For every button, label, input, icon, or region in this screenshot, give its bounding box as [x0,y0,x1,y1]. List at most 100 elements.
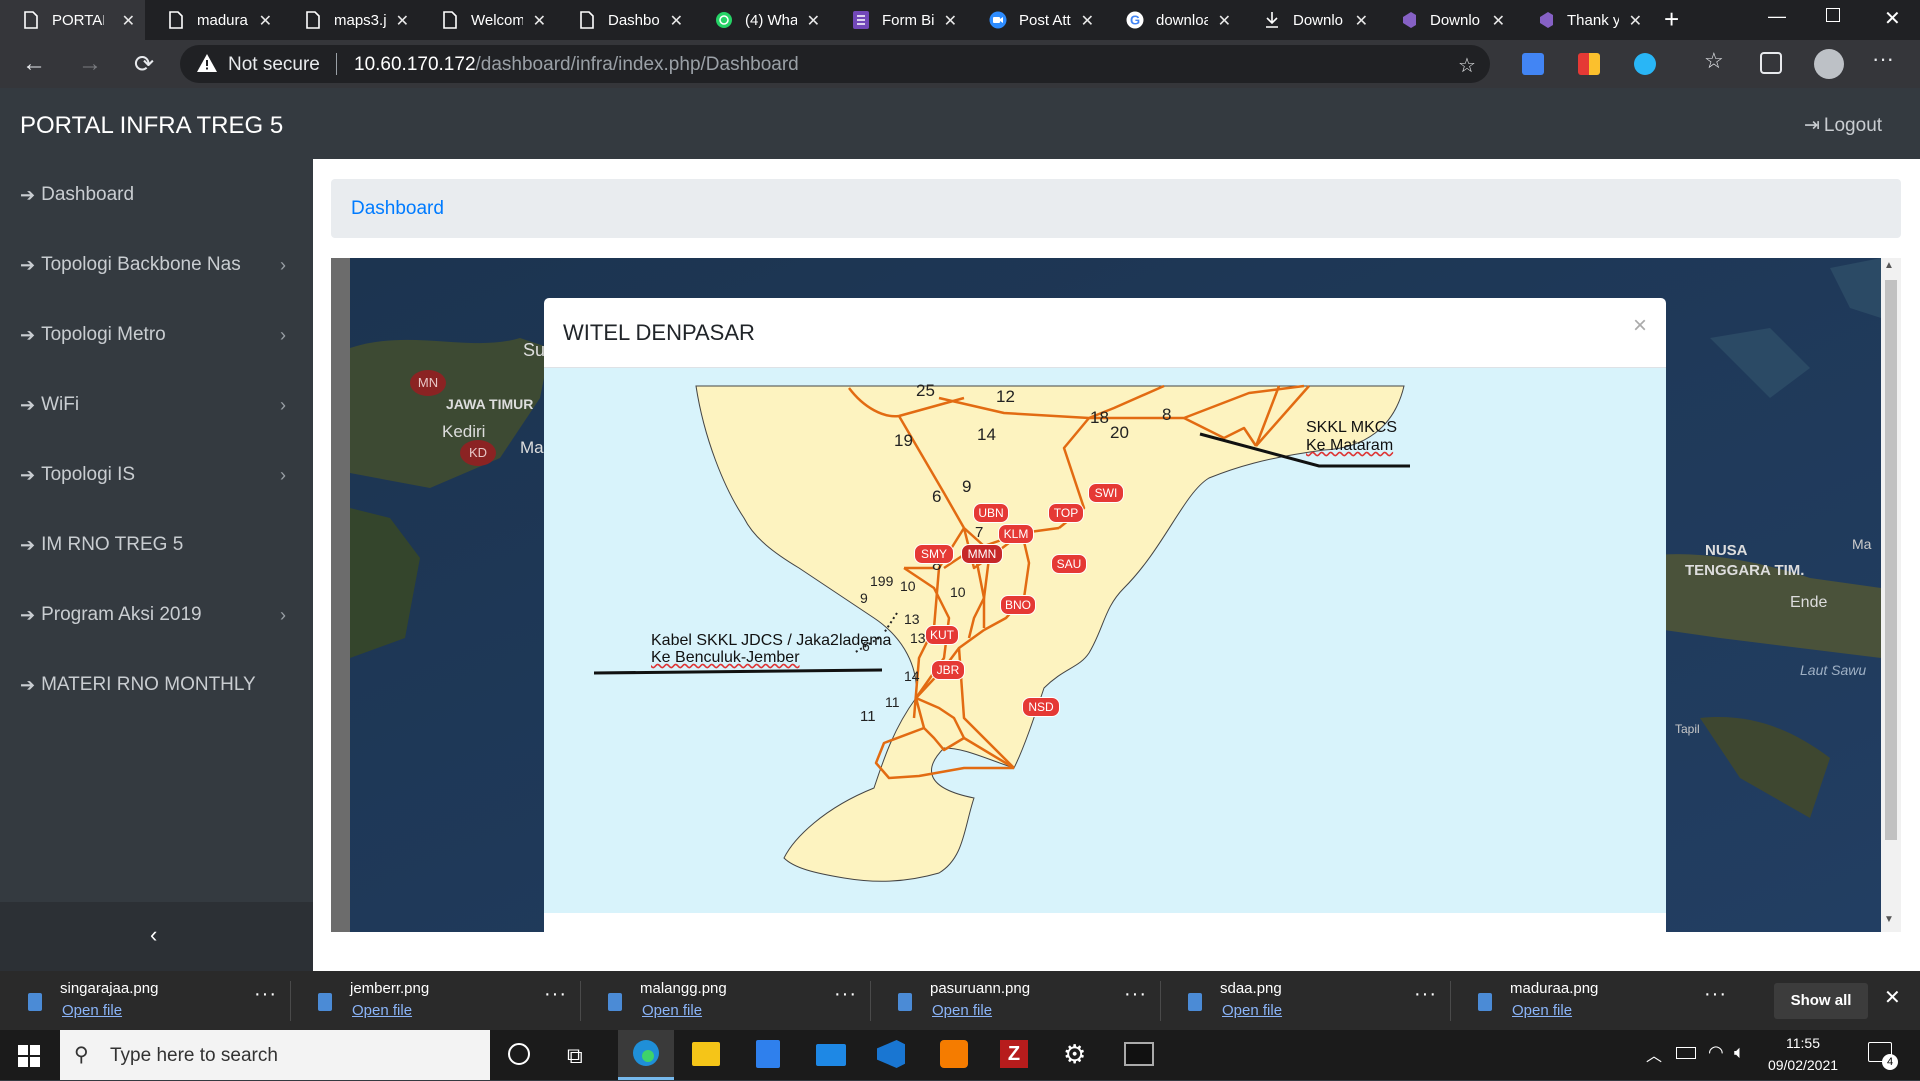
favorite-add-icon[interactable]: ☆ [1458,53,1476,78]
terminal-icon[interactable] [1124,1042,1154,1066]
tab-dashboard[interactable]: Dashbo ✕ [556,0,693,40]
more-menu-icon[interactable]: ··· [1872,46,1894,72]
more-options-icon[interactable]: ··· [834,983,857,1006]
scroll-down-icon[interactable]: ▼ [1884,914,1894,925]
restore-icon[interactable] [1826,8,1840,22]
node-jbr[interactable]: JBR [931,660,965,680]
new-tab-icon[interactable]: + [1664,4,1679,35]
mail-icon[interactable] [816,1044,846,1066]
battery-icon[interactable] [1676,1047,1696,1059]
node-sau[interactable]: SAU [1051,554,1087,574]
close-tab-icon[interactable]: ✕ [1629,11,1642,31]
clock-time[interactable]: 11:55 [1768,1035,1838,1051]
xampp-icon[interactable] [940,1040,968,1068]
scroll-thumb[interactable] [1885,280,1897,840]
node-ubn[interactable]: UBN [973,503,1009,523]
tab-welcome[interactable]: Welcom ✕ [419,0,556,40]
tab-post[interactable]: Post Att ✕ [967,0,1104,40]
download-item[interactable]: singarajaa.png Open file ··· [0,971,288,1030]
more-options-icon[interactable]: ··· [1704,983,1727,1006]
tab-download-vs[interactable]: Downlo ✕ [1378,0,1515,40]
open-file-link[interactable]: Open file [1222,1002,1282,1019]
tab-madura[interactable]: madura ✕ [145,0,282,40]
node-nsd[interactable]: NSD [1022,697,1060,717]
sidebar-item-topologi-backbone[interactable]: ➔ Topologi Backbone Nas [20,250,241,280]
node-top[interactable]: TOP [1048,503,1084,523]
close-tab-icon[interactable]: ✕ [533,11,546,31]
close-downloads-icon[interactable]: ✕ [1884,985,1901,1010]
close-tab-icon[interactable]: ✕ [944,11,957,31]
edge-taskbar-icon[interactable] [618,1030,674,1080]
download-item[interactable]: sdaa.png Open file ··· [1160,971,1448,1030]
clock-date[interactable]: 09/02/2021 [1762,1057,1844,1073]
forward-icon[interactable]: → [76,50,104,78]
vscode-icon[interactable] [877,1040,905,1068]
node-mmn[interactable]: MMN [961,544,1003,564]
cortana-icon[interactable] [508,1043,530,1065]
download-item[interactable]: malangg.png Open file ··· [580,971,868,1030]
node-swi[interactable]: SWI [1088,483,1124,503]
more-options-icon[interactable]: ··· [544,983,567,1006]
store-icon[interactable] [756,1040,780,1068]
settings-gear-icon[interactable]: ⚙ [1063,1039,1086,1070]
breadcrumb-dashboard-link[interactable]: Dashboard [351,198,444,220]
close-tab-icon[interactable]: ✕ [1355,11,1368,31]
tab-form[interactable]: Form Bi ✕ [830,0,967,40]
file-explorer-icon[interactable] [692,1042,720,1066]
sidebar-item-program-aksi[interactable]: ➔ Program Aksi 2019 [20,600,202,630]
open-file-link[interactable]: Open file [62,1002,122,1019]
reload-icon[interactable]: ⟳ [130,50,158,78]
node-bno[interactable]: BNO [1000,595,1036,615]
close-tab-icon[interactable]: ✕ [1492,11,1505,31]
sidebar-item-materi-rno[interactable]: ➔ MATERI RNO MONTHLY [20,670,256,700]
volume-icon[interactable]: 🔈︎ [1734,1042,1745,1063]
brand-title[interactable]: PORTAL INFRA TREG 5 [20,112,283,140]
tab-portal[interactable]: PORTAL ✕ [0,0,145,40]
download-item[interactable]: jemberr.png Open file ··· [290,971,578,1030]
show-all-button[interactable]: Show all [1774,983,1868,1019]
tab-whatsapp[interactable]: (4) Wha ✕ [693,0,830,40]
sidebar-item-dashboard[interactable]: ➔ Dashboard [20,180,134,210]
close-tab-icon[interactable]: ✕ [807,11,820,31]
logout-link[interactable]: ⇥ Logout [1804,114,1882,137]
close-tab-icon[interactable]: ✕ [670,11,683,31]
collections-icon[interactable] [1760,52,1782,74]
close-window-icon[interactable]: ✕ [1884,6,1901,31]
favorites-icon[interactable]: ☆ [1704,48,1724,74]
open-file-link[interactable]: Open file [1512,1002,1572,1019]
tab-thank-you[interactable]: Thank y ✕ [1515,0,1652,40]
back-icon[interactable]: ← [20,50,48,78]
filezilla-icon[interactable]: Z [1000,1040,1028,1068]
close-icon[interactable]: × [1633,312,1647,340]
sidebar-item-topologi-metro[interactable]: ➔ Topologi Metro [20,320,166,350]
more-options-icon[interactable]: ··· [1124,983,1147,1006]
task-view-icon[interactable]: ⧉ [567,1043,583,1069]
profile-avatar[interactable] [1814,49,1844,79]
tab-maps3[interactable]: maps3.j ✕ [282,0,419,40]
close-tab-icon[interactable]: ✕ [396,11,409,31]
wifi-icon[interactable]: ◠ [1708,1042,1724,1063]
node-kut[interactable]: KUT [925,625,959,645]
translate-extension-icon[interactable] [1522,53,1544,75]
sidebar-item-wifi[interactable]: ➔ WiFi [20,390,79,420]
map-scrollbar[interactable]: ▲ ▼ [1881,258,1901,932]
download-item[interactable]: maduraa.png Open file ··· [1450,971,1738,1030]
address-bar[interactable]: Not secure 10.60.170.172/dashboard/infra… [180,45,1490,83]
tab-google[interactable]: G downloa ✕ [1104,0,1241,40]
sidebar-toggle[interactable]: ‹ [0,902,313,971]
sidebar-item-im-rno[interactable]: ➔ IM RNO TREG 5 [20,530,183,560]
windows-start-icon[interactable] [18,1045,40,1072]
tab-download[interactable]: Downlo ✕ [1241,0,1378,40]
open-file-link[interactable]: Open file [352,1002,412,1019]
chevron-up-icon[interactable]: ︿ [1646,1042,1662,1066]
more-options-icon[interactable]: ··· [1414,983,1437,1006]
close-tab-icon[interactable]: ✕ [1218,11,1231,31]
close-tab-icon[interactable]: ✕ [122,11,135,31]
minimize-icon[interactable]: — [1768,6,1786,27]
node-smy[interactable]: SMY [914,544,954,564]
more-options-icon[interactable]: ··· [254,983,277,1006]
sidebar-item-topologi-is[interactable]: ➔ Topologi IS [20,460,135,490]
download-item[interactable]: pasuruann.png Open file ··· [870,971,1158,1030]
close-tab-icon[interactable]: ✕ [259,11,272,31]
taskbar-search-box[interactable]: ⚲ Type here to search [60,1030,490,1080]
